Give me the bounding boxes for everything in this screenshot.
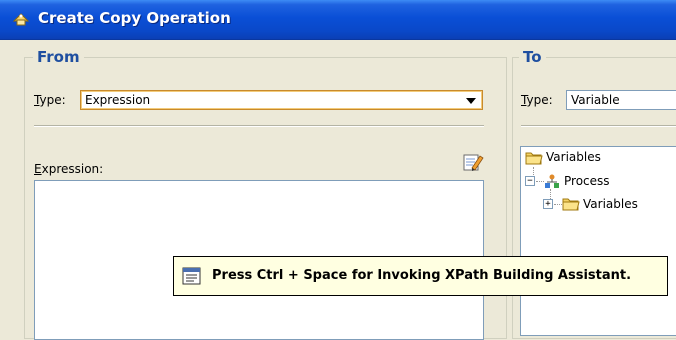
to-type-select[interactable]: Variable — [566, 90, 676, 110]
tree-item-variables-root[interactable]: Variables — [546, 150, 601, 164]
from-separator — [34, 125, 484, 127]
window-title: Create Copy Operation — [38, 9, 231, 27]
folder-icon — [525, 152, 543, 165]
collapse-icon[interactable]: − — [525, 176, 535, 186]
expression-label: Expression: — [34, 162, 104, 176]
from-legend: From — [33, 49, 84, 65]
from-type-value: Expression — [85, 93, 151, 107]
to-type-label: Type: — [521, 93, 553, 107]
copy-operation-icon — [12, 13, 30, 26]
xpath-assistant-icon — [182, 267, 201, 285]
to-legend: To — [519, 49, 546, 65]
tooltip-text: Press Ctrl + Space for Invoking XPath Bu… — [212, 268, 632, 283]
expand-icon[interactable]: + — [543, 199, 553, 209]
to-separator — [521, 125, 676, 127]
folder-icon — [562, 198, 580, 211]
tree-item-process[interactable]: Process — [564, 174, 610, 188]
title-bar: Create Copy Operation — [0, 0, 676, 40]
chevron-down-icon[interactable] — [466, 98, 476, 104]
xpath-tooltip: Press Ctrl + Space for Invoking XPath Bu… — [173, 256, 668, 296]
variables-tree[interactable]: Variables − Process + Variables — [520, 146, 676, 336]
from-type-select[interactable]: Expression — [80, 90, 483, 110]
process-icon — [545, 174, 559, 188]
tree-line — [536, 181, 544, 182]
tree-line — [550, 189, 551, 199]
tree-item-variables-child[interactable]: Variables — [583, 197, 638, 211]
from-type-label: Type: — [34, 93, 66, 107]
edit-expression-icon[interactable] — [462, 152, 484, 172]
tree-line — [554, 204, 562, 205]
to-type-value: Variable — [571, 93, 620, 107]
